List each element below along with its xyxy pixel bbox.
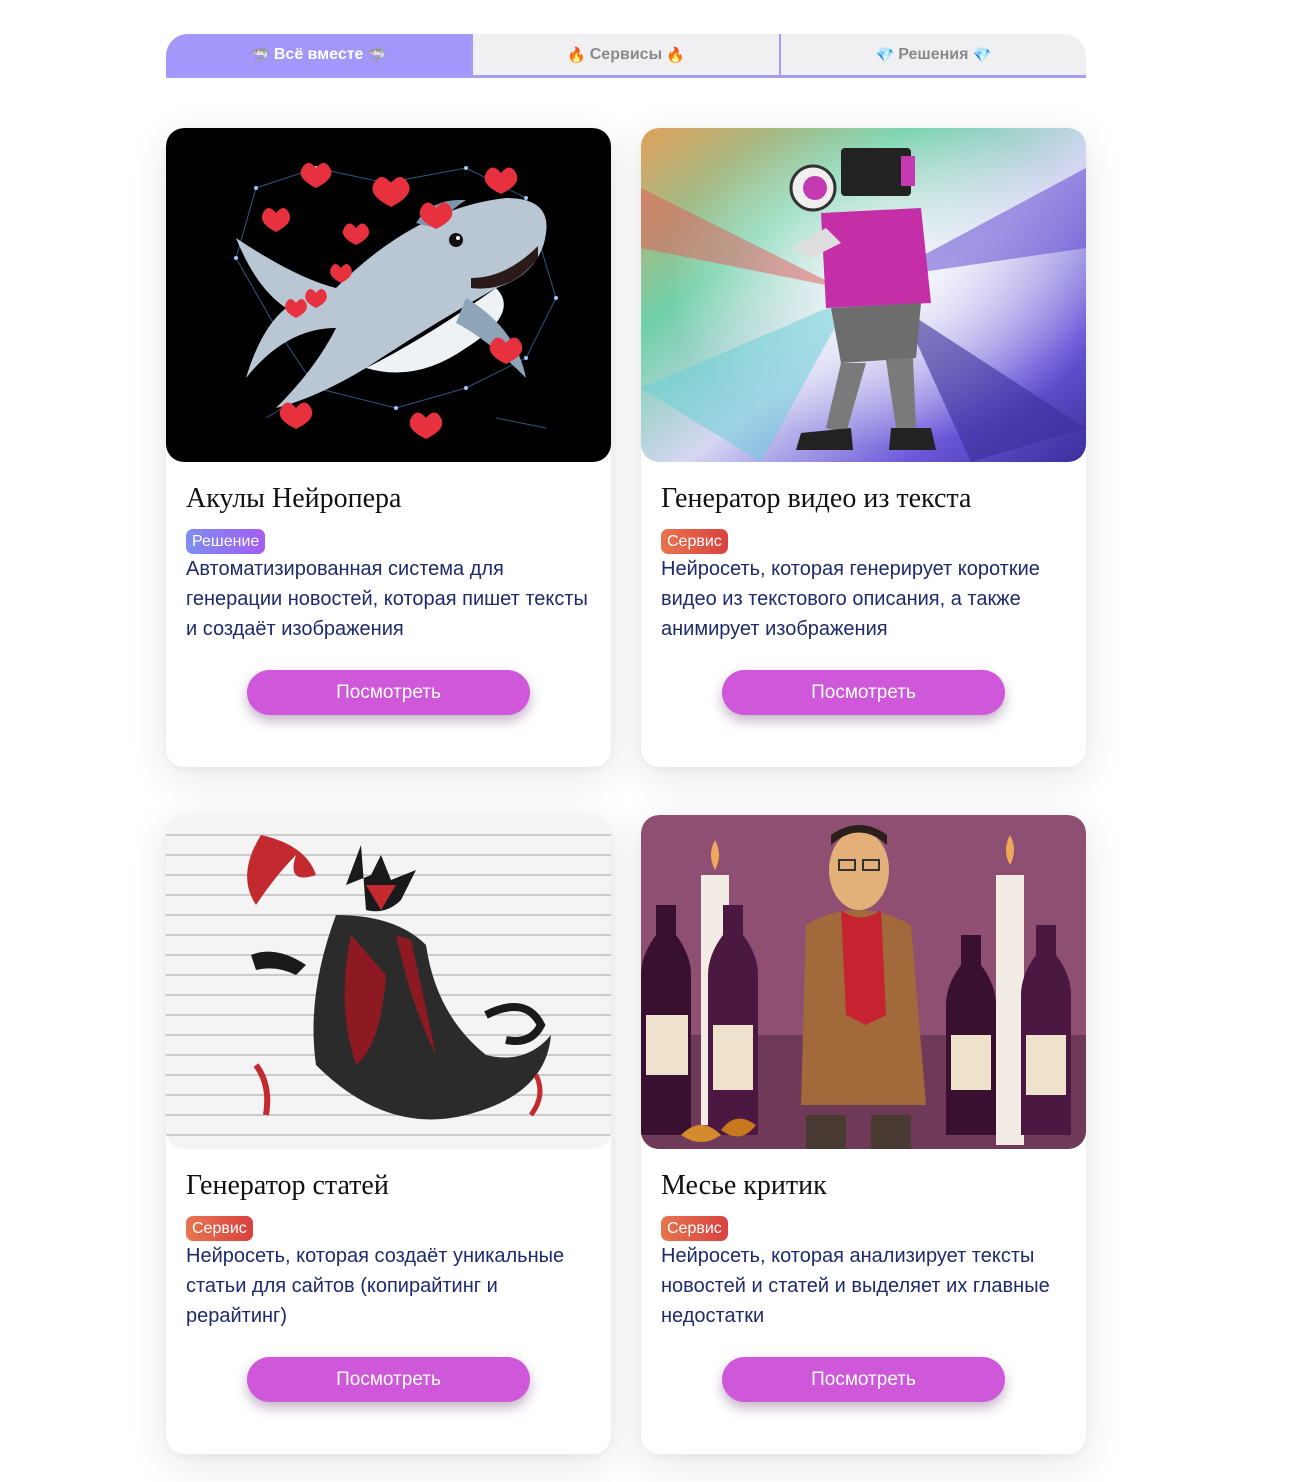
shark-icon: 🦈 xyxy=(251,46,270,64)
diamond-icon: 💎 xyxy=(972,46,992,64)
product-card: Месье критик Сервис Нейросеть, которая а… xyxy=(641,815,1086,1454)
product-card: Генератор статей Сервис Нейросеть, котор… xyxy=(166,815,611,1454)
card-description: Автоматизированная система для генерации… xyxy=(186,558,588,640)
type-badge: Решение xyxy=(186,529,266,554)
tab-all-label: Всё вместе xyxy=(273,45,364,63)
tab-all[interactable]: 🦈 Всё вместе 🦈 xyxy=(166,34,472,75)
card-image-shark xyxy=(166,128,611,462)
tab-solutions-label: Решения xyxy=(898,45,969,63)
diamond-icon: 💎 xyxy=(875,46,895,64)
shark-icon: 🦈 xyxy=(367,46,387,64)
type-badge: Сервис xyxy=(661,529,728,554)
card-title: Генератор статей xyxy=(186,1170,389,1201)
card-title: Акулы Нейропера xyxy=(186,483,402,514)
card-image-videographer xyxy=(641,128,1086,462)
card-image-critic xyxy=(641,815,1086,1149)
type-badge: Сервис xyxy=(186,1216,253,1241)
fire-icon: 🔥 xyxy=(567,46,586,64)
card-title: Месье критик xyxy=(661,1170,827,1201)
product-card: Акулы Нейропера Решение Автоматизированн… xyxy=(166,128,611,767)
tab-services-label: Сервисы xyxy=(589,45,663,63)
card-description: Нейросеть, которая анализирует тексты но… xyxy=(661,1245,1050,1327)
card-image-creature xyxy=(166,815,611,1149)
tab-services[interactable]: 🔥 Сервисы 🔥 xyxy=(471,34,778,75)
card-description: Нейросеть, которая генерирует короткие в… xyxy=(661,558,1040,640)
view-button[interactable]: Посмотреть xyxy=(722,1357,1005,1402)
fire-icon: 🔥 xyxy=(666,46,685,64)
view-button[interactable]: Посмотреть xyxy=(247,670,530,715)
product-card: Генератор видео из текста Сервис Нейросе… xyxy=(641,128,1086,767)
tab-solutions[interactable]: 💎 Решения 💎 xyxy=(778,34,1086,75)
card-description: Нейросеть, которая создаёт уникальные ст… xyxy=(186,1245,565,1327)
type-badge: Сервис xyxy=(661,1216,728,1241)
view-button[interactable]: Посмотреть xyxy=(247,1357,530,1402)
view-button[interactable]: Посмотреть xyxy=(722,670,1005,715)
category-tabs: 🦈 Всё вместе 🦈 🔥 Сервисы 🔥 💎 Решения 💎 xyxy=(166,34,1086,78)
card-title: Генератор видео из текста xyxy=(661,483,972,514)
